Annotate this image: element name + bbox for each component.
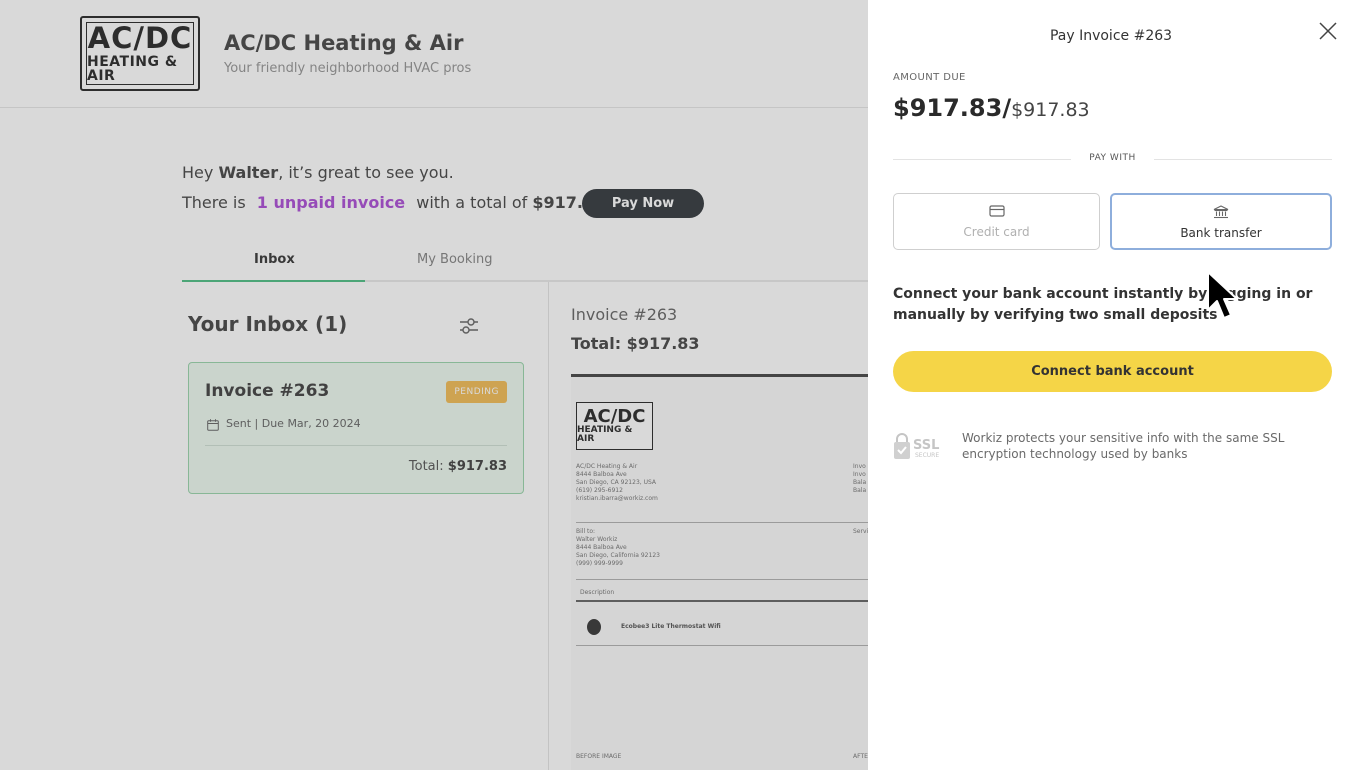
ssl-badge-sub: SECURE: [915, 452, 939, 459]
connect-bank-account-button[interactable]: Connect bank account: [893, 351, 1332, 392]
bank-transfer-option[interactable]: Bank transfer: [1110, 193, 1332, 250]
ssl-secure-icon: SSL SECURE: [894, 433, 939, 459]
amount-due-total: $917.83: [1011, 99, 1090, 121]
bank-icon: [1213, 205, 1229, 219]
amount-due: $917.83/$917.83: [893, 94, 1090, 122]
amount-due-value: $917.83/: [893, 94, 1012, 122]
amount-due-label: AMOUNT DUE: [893, 72, 966, 83]
pay-with-divider: PAY WITH: [893, 153, 1332, 167]
pay-with-label: PAY WITH: [1089, 153, 1136, 163]
ssl-badge-text: SSL: [913, 438, 939, 453]
close-icon[interactable]: [1317, 20, 1339, 42]
mouse-pointer-icon: [1207, 271, 1238, 319]
bank-connect-description: Connect your bank account instantly by l…: [893, 286, 1313, 323]
panel-title: Pay Invoice #263: [1049, 28, 1173, 44]
ssl-security-note: Workiz protects your sensitive info with…: [962, 431, 1285, 461]
credit-card-option[interactable]: Credit card: [893, 193, 1100, 250]
bank-transfer-label: Bank transfer: [1180, 226, 1262, 240]
credit-card-icon: [988, 205, 1005, 217]
credit-card-label: Credit card: [963, 225, 1030, 239]
